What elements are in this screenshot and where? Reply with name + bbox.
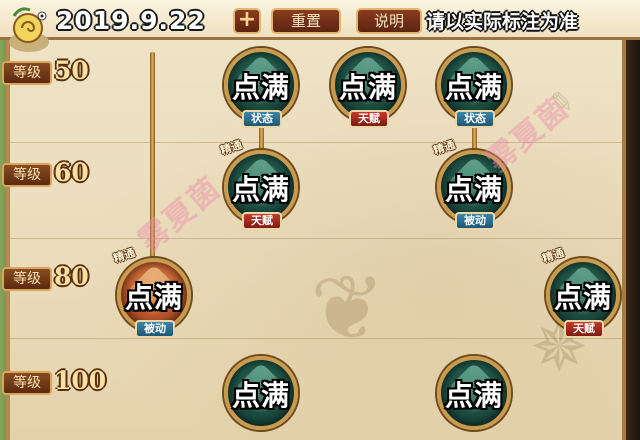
- skill-node-l50-1[interactable]: 点满 状态: [220, 44, 302, 128]
- level-prefix: 等级: [2, 371, 52, 395]
- disclaimer-note: 请以实际标注为准: [426, 11, 579, 33]
- maxed-label: 点满: [338, 71, 397, 104]
- maxed-label: 点满: [444, 379, 503, 412]
- reset-button[interactable]: 重置: [271, 8, 341, 34]
- level-label-60: 等级 60: [0, 158, 110, 190]
- level-number: 100: [54, 366, 107, 395]
- skill-type-tag: 天赋: [564, 320, 604, 338]
- maxed-label: 点满: [231, 173, 290, 206]
- maxed-label: 点满: [553, 281, 612, 314]
- level-number: 60: [54, 158, 89, 187]
- map-decoration-icon: ❦: [310, 256, 386, 361]
- skill-node-l50-3[interactable]: 点满 状态: [433, 44, 515, 128]
- level-prefix: 等级: [2, 267, 52, 291]
- maxed-label: 点满: [444, 71, 503, 104]
- level-number: 50: [54, 56, 89, 85]
- level-label-50: 等级 50: [0, 56, 110, 88]
- snail-mascot-icon: [9, 7, 49, 52]
- level-label-100: 等级 100: [0, 366, 110, 398]
- level-prefix: 等级: [2, 61, 52, 85]
- maxed-label: 点满: [231, 379, 290, 412]
- skill-type-tag: 状态: [242, 110, 282, 128]
- skill-type-tag: 状态: [455, 110, 495, 128]
- skill-tree-screen: ❦ ✵ ✎ 2019.9.22 + 重置 说明 请以实际标注为准 等级 50 等…: [0, 0, 640, 440]
- skill-type-tag: 被动: [135, 320, 175, 338]
- level-label-80: 等级 80: [0, 262, 110, 294]
- maxed-label: 点满: [124, 281, 183, 314]
- add-button[interactable]: +: [233, 8, 261, 34]
- maxed-label: 点满: [231, 71, 290, 104]
- skill-node-l60-1[interactable]: 精通 点满 天赋: [219, 138, 302, 230]
- skill-node-l80-2[interactable]: 精通 点满 天赋: [541, 246, 624, 338]
- date-label: 2019.9.22: [56, 6, 206, 35]
- skill-node-l100-1[interactable]: 点满: [220, 352, 302, 434]
- help-button[interactable]: 说明: [356, 8, 422, 34]
- skill-type-tag: 天赋: [349, 110, 389, 128]
- skill-type-tag: 被动: [455, 212, 495, 230]
- right-edge-scenery: [624, 0, 640, 440]
- skill-type-tag: 天赋: [242, 212, 282, 230]
- skill-node-l80-1[interactable]: 精通 点满 被动: [112, 246, 195, 338]
- level-number: 80: [54, 262, 89, 291]
- skill-node-l100-2[interactable]: 点满: [433, 352, 515, 434]
- level-prefix: 等级: [2, 163, 52, 187]
- skill-node-l50-2[interactable]: 点满 天赋: [327, 44, 409, 128]
- top-bar: 2019.9.22 + 重置 说明 请以实际标注为准: [0, 0, 640, 52]
